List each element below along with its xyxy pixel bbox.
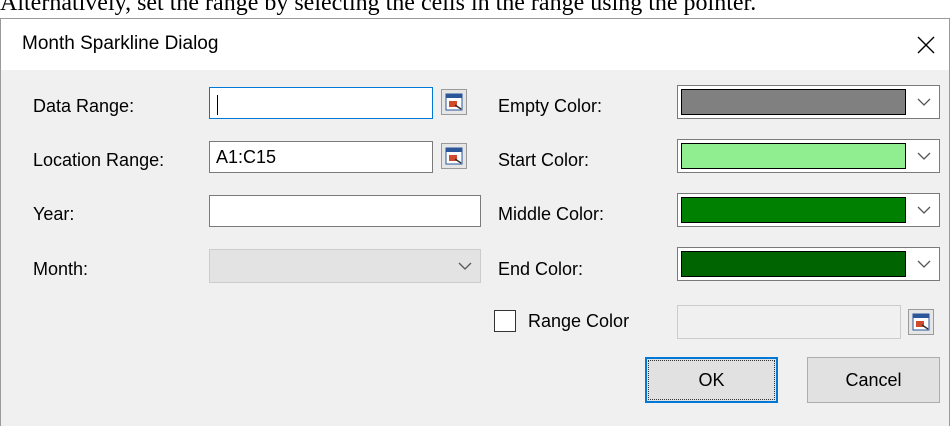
start-color-swatch <box>681 143 906 169</box>
empty-color-dropdown[interactable] <box>677 85 940 119</box>
chevron-down-icon <box>909 140 939 172</box>
middle-color-label: Middle Color: <box>498 204 605 224</box>
dialog-title: Month Sparkline Dialog <box>22 33 219 54</box>
middle-color-swatch <box>681 197 906 223</box>
start-color-label: Start Color: <box>498 150 590 170</box>
start-color-dropdown[interactable] <box>677 139 940 173</box>
month-sparkline-dialog: Month Sparkline Dialog Data Range: Locat… <box>0 18 950 426</box>
chevron-down-icon <box>909 194 939 226</box>
close-icon <box>917 36 935 53</box>
range-picker-icon <box>445 147 463 165</box>
location-range-label: Location Range: <box>33 150 165 170</box>
middle-color-dropdown[interactable] <box>677 193 940 227</box>
location-range-input[interactable]: A1:C15 <box>209 141 433 173</box>
year-label: Year: <box>33 204 75 224</box>
ok-button[interactable]: OK <box>645 357 778 403</box>
location-range-picker-button[interactable] <box>441 143 467 169</box>
end-color-dropdown[interactable] <box>677 247 940 281</box>
text-caret <box>217 95 218 115</box>
document-text: Alternatively, set the range by selectin… <box>0 0 757 16</box>
range-color-input[interactable] <box>677 305 901 339</box>
year-input[interactable] <box>209 195 481 227</box>
month-dropdown[interactable] <box>209 249 481 283</box>
range-picker-icon <box>445 93 463 111</box>
empty-color-swatch <box>681 89 906 115</box>
chevron-down-icon <box>450 250 480 282</box>
range-color-checkbox[interactable] <box>494 310 516 332</box>
end-color-swatch <box>681 251 906 277</box>
range-color-picker-button[interactable] <box>908 309 934 335</box>
data-range-input[interactable] <box>209 87 433 119</box>
data-range-label: Data Range: <box>33 96 135 116</box>
month-label: Month: <box>33 259 89 279</box>
data-range-picker-button[interactable] <box>441 89 467 115</box>
range-picker-icon <box>912 313 930 331</box>
title-bar: Month Sparkline Dialog <box>1 19 949 70</box>
close-button[interactable] <box>903 19 949 70</box>
end-color-label: End Color: <box>498 259 584 279</box>
chevron-down-icon <box>909 86 939 118</box>
cancel-button[interactable]: Cancel <box>807 357 940 403</box>
empty-color-label: Empty Color: <box>498 96 603 116</box>
chevron-down-icon <box>909 248 939 280</box>
range-color-label[interactable]: Range Color <box>528 311 629 332</box>
